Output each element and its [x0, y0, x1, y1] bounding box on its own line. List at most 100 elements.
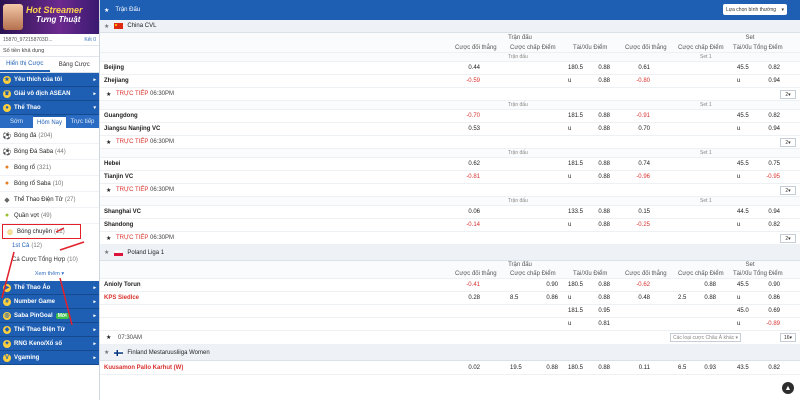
sport-item-tennis[interactable]: ● Quần vợt (49): [0, 208, 99, 224]
nav-favorites[interactable]: ★ Yêu thích của tôi ▸: [0, 73, 99, 87]
odds-win-away[interactable]: -0.14: [440, 219, 484, 231]
star-icon[interactable]: ★: [106, 232, 111, 244]
nav-saba-pingoal[interactable]: ◎ Saba PinGoal Mới ▸: [0, 309, 99, 323]
star-icon[interactable]: ★: [106, 331, 111, 344]
odds-set-win-home[interactable]: 0.74: [610, 158, 654, 170]
odds-win-home[interactable]: 0.06: [440, 206, 484, 218]
team-away[interactable]: Zhejiang: [104, 75, 129, 87]
sort-select[interactable]: Lựa chọn bình thường ▾: [723, 4, 787, 15]
volleyball-sub-combo[interactable]: Cá Cược Tổng Hợp (10): [0, 253, 99, 267]
sport-item-volleyball[interactable]: ◍ Bóng chuyền (12): [2, 224, 81, 239]
odds-ou-under[interactable]: 0.81: [570, 318, 614, 330]
sport-item-soccer[interactable]: ⚽ Bóng đá (204): [0, 128, 99, 144]
odds-set-win-home[interactable]: -0.91: [610, 110, 654, 122]
odds-ou-over[interactable]: 0.88: [570, 206, 614, 218]
odds-set-hcp-home[interactable]: 0.88: [676, 279, 720, 291]
team-away[interactable]: Tianjin VC: [104, 171, 133, 183]
team-home[interactable]: Hebei: [104, 158, 120, 170]
odds-set-total-under[interactable]: -0.89: [740, 318, 784, 330]
odds-set-total-over[interactable]: 0.75: [740, 158, 784, 170]
odds-set-total-over[interactable]: 0.69: [740, 305, 784, 317]
tab-live[interactable]: Trực tiếp: [66, 115, 99, 128]
star-icon[interactable]: ★: [106, 136, 111, 148]
team-home[interactable]: Anioly Torun: [104, 279, 141, 291]
odds-set-win-away[interactable]: -0.96: [610, 171, 654, 183]
odds-set-total-under[interactable]: 0.82: [740, 219, 784, 231]
odds-set-win-away[interactable]: -0.80: [610, 75, 654, 87]
odds-set-win-home[interactable]: 0.11: [610, 361, 654, 374]
odds-ou-under[interactable]: 0.88: [570, 123, 614, 135]
more-markets-pager[interactable]: 2 ▾: [780, 90, 796, 99]
nav-number-game[interactable]: # Number Game ▸: [0, 295, 99, 309]
more-bets-select[interactable]: Các loại cược Châu Á khác ▾: [670, 333, 742, 342]
tab-today[interactable]: Hôm Nay: [33, 115, 66, 128]
star-icon[interactable]: ★: [106, 184, 111, 196]
nav-esports[interactable]: ◆ Thể Thao Điện Tử ▸: [0, 323, 99, 337]
star-icon[interactable]: ★: [106, 88, 111, 100]
team-away[interactable]: Jiangsu Nanjing VC: [104, 123, 160, 135]
odds-win-home[interactable]: 0.62: [440, 158, 484, 170]
odds-ou-over[interactable]: 0.88: [570, 158, 614, 170]
sport-item-saba-soccer[interactable]: ⚽ Bóng Đá Saba (44): [0, 144, 99, 160]
odds-set-win-away[interactable]: -0.25: [610, 219, 654, 231]
odds-set-total-over[interactable]: 0.82: [740, 62, 784, 74]
star-icon[interactable]: ★: [104, 23, 109, 30]
volleyball-sub-1st[interactable]: 1st Cả (12): [0, 239, 99, 253]
scroll-top-button[interactable]: ▲: [782, 382, 794, 394]
star-icon[interactable]: ★: [104, 249, 109, 256]
odds-ou-under[interactable]: 0.88: [570, 292, 614, 304]
see-more-link[interactable]: Xem thêm ▾: [0, 267, 99, 281]
team-home[interactable]: Kuusamon Pallo Karhut (W): [104, 361, 183, 374]
odds-set-total-under[interactable]: 0.94: [740, 75, 784, 87]
odds-ou-over[interactable]: 0.88: [570, 110, 614, 122]
odds-set-win-away[interactable]: 0.48: [610, 292, 654, 304]
team-home[interactable]: Guangdong: [104, 110, 138, 122]
star-icon[interactable]: ★: [104, 349, 109, 356]
odds-hcp-away[interactable]: 0.86: [518, 292, 562, 304]
odds-ou-under[interactable]: 0.88: [570, 75, 614, 87]
odds-set-total-over[interactable]: 0.94: [740, 206, 784, 218]
sport-item-esports[interactable]: ◆ Thể Thao Điện Tử (27): [0, 192, 99, 208]
tab-early[interactable]: Sớm: [0, 115, 33, 128]
odds-win-away[interactable]: 0.28: [440, 292, 484, 304]
star-icon[interactable]: ★: [104, 7, 109, 14]
sport-item-basketball[interactable]: ● Bóng rổ (321): [0, 160, 99, 176]
odds-set-hcp-away[interactable]: 0.88: [676, 292, 720, 304]
odds-set-win-home[interactable]: -0.62: [610, 279, 654, 291]
odds-set-total-over[interactable]: 0.82: [740, 361, 784, 374]
odds-set-total-under[interactable]: -0.95: [740, 171, 784, 183]
odds-win-away[interactable]: -0.81: [440, 171, 484, 183]
nav-vgaming[interactable]: V Vgaming ▸: [0, 351, 99, 365]
odds-win-home[interactable]: -0.41: [440, 279, 484, 291]
tab-bet-board[interactable]: Bảng Cược: [50, 57, 100, 72]
odds-set-total-under[interactable]: 0.94: [740, 123, 784, 135]
odds-set-total-over[interactable]: 0.82: [740, 110, 784, 122]
more-markets-pager[interactable]: 2 ▾: [780, 186, 796, 195]
odds-ou-over[interactable]: 0.95: [570, 305, 614, 317]
odds-set-total-under[interactable]: 0.86: [740, 292, 784, 304]
league-header-poland[interactable]: ★ Poland Liga 1: [100, 245, 800, 261]
account-label[interactable]: Kết 0: [84, 37, 96, 43]
odds-ou-over[interactable]: 0.88: [570, 361, 614, 374]
team-away[interactable]: KPS Siedlce: [104, 292, 139, 304]
odds-win-away[interactable]: 0.53: [440, 123, 484, 135]
odds-hcp-home[interactable]: 0.90: [518, 279, 562, 291]
odds-ou-under[interactable]: 0.88: [570, 171, 614, 183]
odds-win-home[interactable]: 0.02: [440, 361, 484, 374]
odds-set-win-home[interactable]: 0.15: [610, 206, 654, 218]
promo-banner[interactable]: Hot Streamer Tưng Thuật: [0, 0, 99, 34]
odds-set-win-away[interactable]: 0.70: [610, 123, 654, 135]
team-home[interactable]: Beijing: [104, 62, 124, 74]
odds-win-home[interactable]: -0.70: [440, 110, 484, 122]
team-home[interactable]: Shanghai VC: [104, 206, 141, 218]
nav-virtual-sports[interactable]: ▶ Thể Thao Ảo ▸: [0, 281, 99, 295]
league-header-finland[interactable]: ★ Finland Mestaruusliiga Women: [100, 345, 800, 361]
nav-rng-keno[interactable]: ✦ RNG Keno/Xổ số ▸: [0, 337, 99, 351]
odds-win-home[interactable]: 0.44: [440, 62, 484, 74]
odds-hcp-home[interactable]: 0.88: [518, 361, 562, 374]
nav-sports[interactable]: ● Thể Thao ▾: [0, 101, 99, 115]
odds-set-total-over[interactable]: 0.90: [740, 279, 784, 291]
more-markets-pager[interactable]: 16 ▾: [780, 333, 796, 342]
sport-item-saba-basketball[interactable]: ● Bóng rổ Saba (10): [0, 176, 99, 192]
odds-ou-over[interactable]: 0.88: [570, 279, 614, 291]
